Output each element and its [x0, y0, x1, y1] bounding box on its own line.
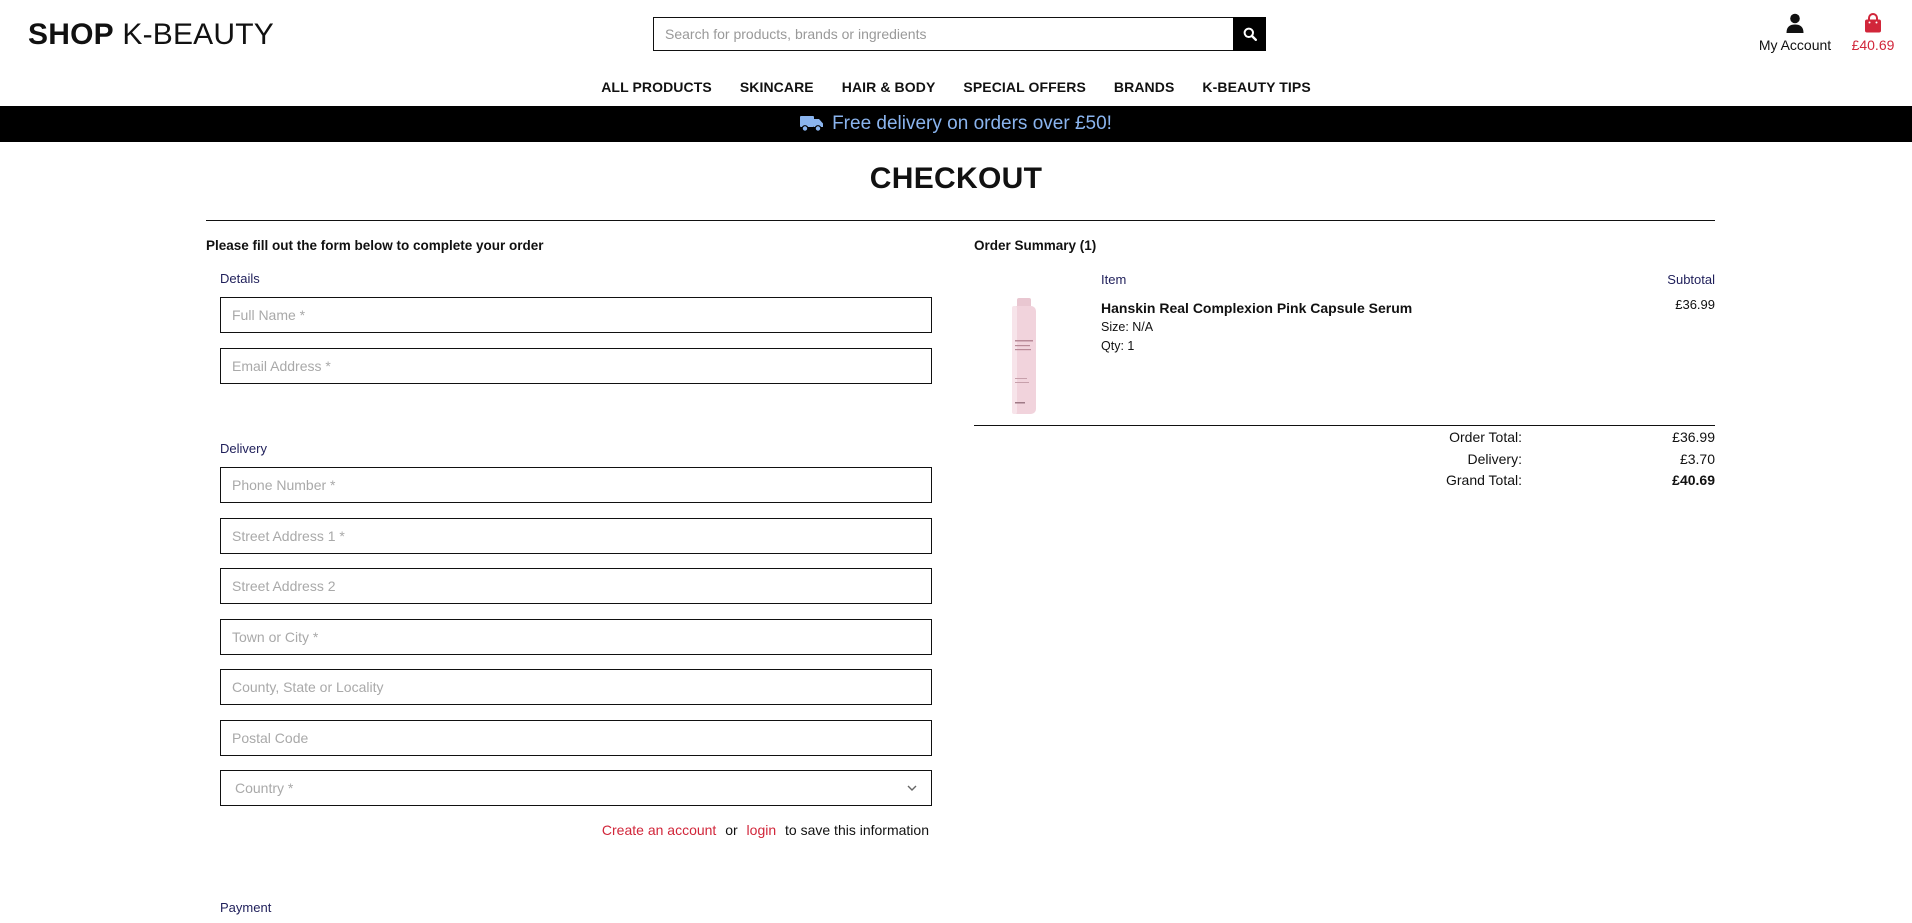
street-address-1-field[interactable] — [220, 518, 932, 554]
logo-bold-text: SHOP — [28, 18, 114, 51]
nav-special-offers[interactable]: SPECIAL OFFERS — [949, 79, 1100, 95]
details-label: Details — [220, 271, 260, 286]
nav-hair-body[interactable]: HAIR & BODY — [828, 79, 950, 95]
nav-all-products[interactable]: ALL PRODUCTS — [587, 79, 726, 95]
product-name: Hanskin Real Complexion Pink Capsule Ser… — [1101, 300, 1413, 316]
create-account-link[interactable]: Create an account — [602, 822, 716, 838]
postal-code-field[interactable] — [220, 720, 932, 756]
site-header: SHOP K-BEAUTY My Account £40.69 ALL PROD… — [0, 0, 1912, 106]
delivery-cost-label: Delivery: — [1467, 451, 1522, 467]
banner-text: Free delivery on orders over £50! — [832, 113, 1112, 134]
search-input[interactable] — [653, 17, 1233, 51]
country-select[interactable]: Country * — [220, 770, 932, 806]
summary-divider — [974, 425, 1715, 426]
shopping-bag-icon — [1865, 13, 1881, 33]
chevron-down-icon — [907, 785, 917, 791]
town-city-field[interactable] — [220, 619, 932, 655]
country-select-value: Country * — [235, 780, 294, 796]
order-summary-title: Order Summary (1) — [974, 238, 1097, 253]
grand-total-label: Grand Total: — [1445, 472, 1522, 488]
login-link[interactable]: login — [747, 822, 777, 838]
email-field[interactable] — [220, 348, 932, 384]
title-divider — [206, 220, 1715, 221]
delivery-cost-value: £3.70 — [1679, 451, 1715, 467]
my-account-label: My Account — [1758, 37, 1832, 53]
nav-skincare[interactable]: SKINCARE — [726, 79, 828, 95]
order-total-label: Order Total: — [1449, 429, 1522, 445]
truck-icon — [800, 116, 824, 132]
page-title: CHECKOUT — [869, 162, 1043, 195]
full-name-field[interactable] — [220, 297, 932, 333]
subtotal-column-header: Subtotal — [1667, 272, 1715, 287]
site-logo[interactable]: SHOP K-BEAUTY — [28, 18, 274, 52]
payment-label: Payment — [220, 900, 272, 915]
order-total-value: £36.99 — [1672, 429, 1715, 445]
product-subtotal: £36.99 — [1675, 297, 1715, 312]
save-info-line: Create an account or login to save this … — [220, 822, 929, 838]
delivery-banner: Free delivery on orders over £50! — [0, 106, 1912, 142]
grand-total-value: £40.69 — [1672, 472, 1715, 488]
cart-link[interactable]: £40.69 — [1845, 12, 1901, 53]
or-text: or — [725, 822, 738, 838]
county-field[interactable] — [220, 669, 932, 705]
form-intro: Please fill out the form below to comple… — [206, 238, 544, 253]
search-icon — [1243, 27, 1257, 41]
product-size: Size: N/A — [1101, 320, 1154, 334]
my-account-link[interactable]: My Account — [1750, 12, 1840, 53]
logo-text: K-BEAUTY — [113, 18, 274, 51]
phone-field[interactable] — [220, 467, 932, 503]
search-button[interactable] — [1233, 17, 1266, 51]
item-column-header: Item — [1101, 272, 1127, 287]
product-qty: Qty: 1 — [1101, 339, 1135, 353]
main-nav: ALL PRODUCTS SKINCARE HAIR & BODY SPECIA… — [0, 79, 1912, 95]
cart-total: £40.69 — [1851, 37, 1895, 53]
nav-k-beauty-tips[interactable]: K-BEAUTY TIPS — [1188, 79, 1324, 95]
product-image — [1012, 298, 1036, 414]
street-address-2-field[interactable] — [220, 568, 932, 604]
user-icon — [1786, 13, 1804, 33]
nav-brands[interactable]: BRANDS — [1100, 79, 1189, 95]
save-info-text: to save this information — [785, 822, 929, 838]
search-bar — [653, 17, 1266, 51]
delivery-label: Delivery — [220, 441, 267, 456]
